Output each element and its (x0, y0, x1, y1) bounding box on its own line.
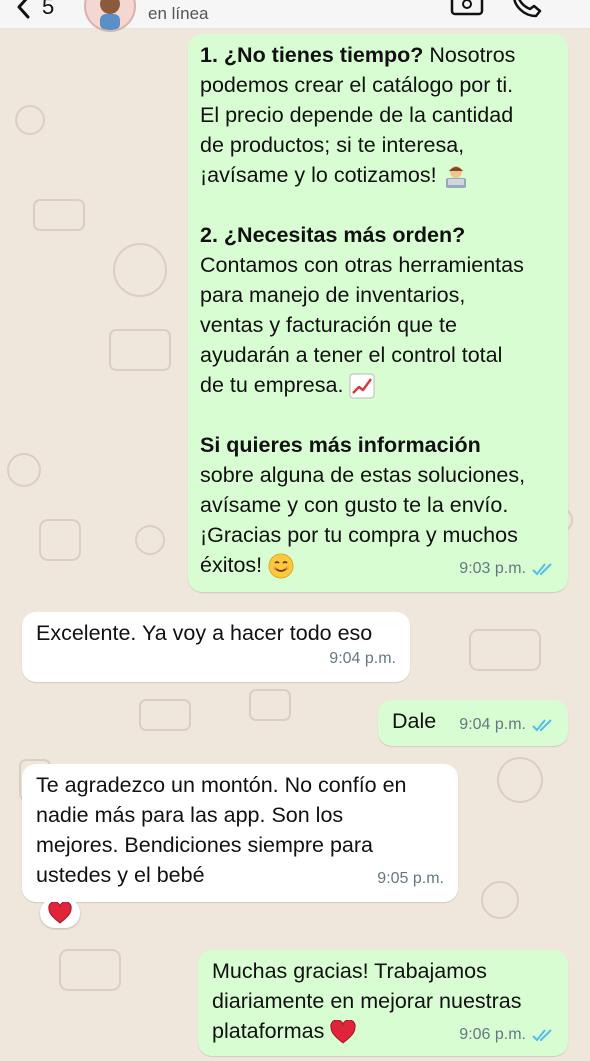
message-time: 9:03 p.m. (459, 560, 526, 577)
message-heading: 1. ¿No tienes tiempo? (200, 43, 424, 67)
message-meta: 9:03 p.m. (459, 554, 554, 584)
message-text: ventas y facturación que te (200, 313, 457, 337)
message-text: ¡avísame y lo cotizamos! (200, 163, 437, 187)
contact-status: en línea (148, 4, 209, 23)
message-text: de tu empresa. (200, 373, 344, 397)
message-text: podemos crear el catálogo por ti. (200, 73, 514, 97)
message-reaction[interactable] (40, 898, 80, 928)
message-time: 9:05 p.m. (377, 870, 444, 887)
back-button[interactable]: 5 (16, 0, 54, 22)
message-meta: 9:06 p.m. (459, 1020, 554, 1050)
message-text: nadie más para las app. Son los (36, 803, 344, 827)
double-check-icon (532, 719, 552, 732)
heart-emoji-icon (330, 1020, 356, 1044)
smiling-face-emoji-icon (268, 553, 294, 579)
message-text: Te agradezco un montón. No confío en (36, 773, 407, 797)
message-text: Muchas gracias! Trabajamos (212, 959, 487, 983)
message-bubble-incoming[interactable]: Excelente. Ya voy a hacer todo eso 9:04 … (22, 612, 410, 682)
message-text: plataformas (212, 1019, 325, 1043)
message-meta: 9:04 p.m. (329, 644, 396, 674)
message-time: 9:04 p.m. (329, 650, 396, 667)
message-time: 9:06 p.m. (459, 1026, 526, 1043)
message-text: avísame y con gusto te la envío. (200, 493, 509, 517)
message-text: ayudarán a tener el control total (200, 343, 503, 367)
message-text: Contamos con otras herramientas (200, 253, 524, 277)
message-heading: Si quieres más información (200, 433, 481, 457)
contact-avatar[interactable] (84, 0, 136, 32)
avatar-image (100, 0, 120, 30)
message-heading: 2. ¿Necesitas más orden? (200, 223, 466, 247)
message-text: diariamente en mejorar nuestras (212, 989, 522, 1013)
message-meta: 9:04 p.m. (459, 710, 554, 740)
message-text: sobre alguna de estas soluciones, (200, 463, 526, 487)
message-text: ¡Gracias por tu compra y muchos (200, 523, 518, 547)
person-laptop-emoji-icon (445, 166, 466, 189)
unread-count: 5 (42, 0, 55, 19)
message-bubble-outgoing[interactable]: Muchas gracias! Trabajamos diariamente e… (198, 950, 568, 1056)
phone-call-icon[interactable] (510, 0, 544, 18)
message-line: ¡avísame y lo cotizamos! (200, 160, 558, 190)
message-text: Nosotros (429, 43, 516, 67)
double-check-icon (532, 1029, 552, 1042)
heart-icon (48, 902, 72, 924)
message-line: 1. ¿No tienes tiempo? Nosotros (200, 40, 558, 70)
video-call-icon[interactable] (450, 0, 484, 18)
message-bubble-outgoing[interactable]: Dale 9:04 p.m. (378, 700, 568, 746)
message-line: de tu empresa. (200, 370, 558, 400)
chat-header: 5 en línea (0, 0, 590, 32)
chart-increasing-emoji-icon (349, 373, 375, 399)
message-text: para manejo de inventarios, (200, 283, 466, 307)
message-time: 9:04 p.m. (459, 716, 526, 733)
message-meta: 9:05 p.m. (377, 864, 444, 894)
message-text: mejores. Bendiciones siempre para (36, 833, 373, 857)
chevron-left-icon (17, 0, 30, 19)
message-text: El precio depende de la cantidad (200, 103, 514, 127)
double-check-icon (532, 563, 552, 576)
message-bubble-incoming[interactable]: Te agradezco un montón. No confío en nad… (22, 764, 458, 902)
message-text: de productos; si te interesa, (200, 133, 465, 157)
message-text: éxitos! (200, 553, 263, 577)
message-bubble-outgoing[interactable]: 1. ¿No tienes tiempo? Nosotros podemos c… (188, 34, 568, 592)
